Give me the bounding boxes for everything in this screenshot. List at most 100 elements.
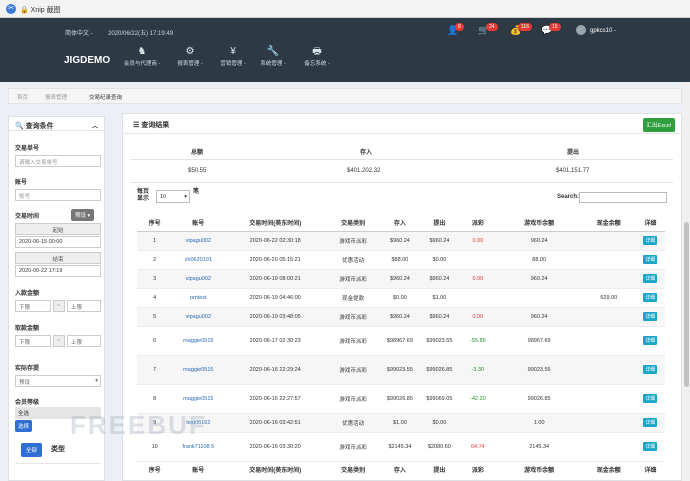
preset-dropdown[interactable]: 预设 ▾ <box>71 209 95 221</box>
cell-deposit: $2145.34 <box>380 432 420 462</box>
filter-header[interactable]: 🔍 查询条件 ︿ <box>9 117 104 131</box>
cell-detail: 详细 <box>635 250 665 270</box>
col-deposit[interactable]: 存入 <box>380 214 420 232</box>
col-withdraw[interactable]: 提出 <box>419 214 460 232</box>
cell-account-link[interactable]: vipagu002 <box>172 231 225 251</box>
cell-deposit: $99023.55 <box>380 355 420 385</box>
chevron-down-icon: ▾ <box>95 378 98 384</box>
withdraw-lower-input[interactable]: 下限 <box>15 335 51 347</box>
chevron-up-icon[interactable]: ︿ <box>92 121 98 130</box>
range-dash: ~ <box>53 335 65 347</box>
cell-account-link[interactable]: maggie0515 <box>172 384 225 414</box>
detail-button[interactable]: 详细 <box>643 312 658 321</box>
cell-detail: 详细 <box>635 413 665 433</box>
detail-button[interactable]: 详细 <box>643 255 658 264</box>
cell-account-link[interactable]: vipagu002 <box>172 307 225 327</box>
breadcrumb-home[interactable]: 首页 <box>17 93 28 101</box>
deposit-upper-input[interactable]: 上限 <box>67 300 101 312</box>
cell-account-link[interactable]: pmtest <box>172 288 225 308</box>
foot-time: 交易时间(美东时间) <box>224 460 327 477</box>
cell-deposit: $99026.85 <box>380 384 420 414</box>
account-label: 账号 <box>15 180 28 186</box>
detail-button[interactable]: 详细 <box>643 394 658 403</box>
user-icon[interactable]: 👤 8 <box>447 23 467 39</box>
chat-icon[interactable]: 💬 15 <box>541 23 561 39</box>
cell-payout: -55.86 <box>459 326 497 356</box>
col-cash-balance[interactable]: 现金余额 <box>581 214 636 232</box>
choose-level-button[interactable]: 选择 <box>15 420 33 432</box>
detail-button[interactable]: 详细 <box>643 336 658 345</box>
detail-button[interactable]: 详细 <box>643 442 658 451</box>
watermark: FREEBUF <box>70 410 207 440</box>
cell-no: 8 <box>137 384 173 414</box>
notification-badge: 24 <box>486 23 498 31</box>
cell-withdraw: $960.24 <box>419 231 460 251</box>
cell-account-link[interactable]: vipagu002 <box>172 269 225 289</box>
breadcrumb-current: 交易纪录查询 <box>89 95 123 101</box>
table-row: 2 zh0620101 2020-06-20 05:15:21 优惠活动 $88.00 $… <box>137 250 665 270</box>
cell-cash <box>581 384 636 414</box>
cell-time: 2020-06-19 03:48:05 <box>224 307 327 327</box>
type-options-row <box>15 463 101 477</box>
time-label: 交易时间 <box>15 214 40 220</box>
col-payout[interactable]: 派彩 <box>459 214 497 232</box>
cart-icon[interactable]: 🛒 24 <box>478 23 498 39</box>
cell-withdraw: $2080.60 <box>419 432 460 462</box>
language-selector[interactable]: 简体中文 - <box>65 28 93 37</box>
detail-button[interactable]: 详细 <box>643 418 658 427</box>
col-no[interactable]: 序号 <box>137 214 173 232</box>
col-type[interactable]: 交易类别 <box>326 214 381 232</box>
per-page-suffix: 笔 <box>193 189 200 195</box>
cell-time: 2020-06-22 02:30:18 <box>224 231 327 251</box>
detail-button[interactable]: 详细 <box>643 365 658 374</box>
table-row: 10 frank71108 5 2020-06-16 03:30:20 游戏币派彩 $2… <box>137 432 665 462</box>
cell-time: 2020-06-19 08:00:21 <box>224 269 327 289</box>
page-scrollbar[interactable] <box>683 82 690 481</box>
deposit-amount-label: 入款金额 <box>15 291 40 297</box>
cell-no: 3 <box>137 269 173 289</box>
breadcrumb-reports[interactable]: 报表管理 <box>45 93 67 101</box>
avatar[interactable] <box>576 25 586 35</box>
account-input[interactable]: 账号 <box>15 189 101 201</box>
cell-detail: 详细 <box>635 384 665 414</box>
type-all-button[interactable]: 全部 <box>21 443 43 457</box>
detail-button[interactable]: 详细 <box>643 293 658 302</box>
col-coin-balance[interactable]: 游戏币余额 <box>496 214 582 232</box>
window-title: 🔒 Xnip 截图 <box>20 7 61 14</box>
col-time[interactable]: 交易时间(美东时间) <box>224 214 327 232</box>
scrollbar-thumb[interactable] <box>684 222 689 387</box>
cell-deposit: $960.24 <box>380 231 420 251</box>
cell-account-link[interactable]: maggie0515 <box>172 326 225 356</box>
filter-title: 查询条件 <box>25 123 54 130</box>
table-search-input[interactable] <box>579 192 667 203</box>
detail-button[interactable]: 详细 <box>643 236 658 245</box>
cell-account-link[interactable]: zh0620101 <box>172 250 225 270</box>
menu-memo[interactable]: 🖶 备忘系统 - <box>287 45 347 67</box>
start-date-input[interactable]: 2020-06-15 00:00 <box>15 236 101 248</box>
menu-label: 报表管理 - <box>177 61 203 67</box>
cell-type: 游戏币派彩 <box>326 432 381 462</box>
cell-withdraw: $1.00 <box>419 288 460 308</box>
actual-select[interactable]: 预设 ▾ <box>15 375 101 387</box>
per-page-select[interactable]: 10 ▾ <box>156 190 190 203</box>
cell-detail: 详细 <box>635 288 665 308</box>
foot-deposit: 存入 <box>380 460 420 477</box>
export-excel-button[interactable]: 汇出Excel <box>642 118 675 132</box>
money-icon[interactable]: 💰 116 <box>510 23 532 39</box>
deposit-lower-input[interactable]: 下限 <box>15 300 51 312</box>
col-account[interactable]: 账号 <box>172 214 225 232</box>
end-date-input[interactable]: 2020-06-22 17:19 <box>15 265 101 277</box>
type-label: 类型 <box>51 446 65 453</box>
trade-no-input[interactable]: 请输入交易单号 <box>15 155 101 167</box>
foot-type: 交易类别 <box>326 460 381 477</box>
cell-withdraw: $99026.85 <box>419 355 460 385</box>
cell-withdraw: $960.24 <box>419 269 460 289</box>
withdraw-upper-input[interactable]: 上限 <box>67 335 101 347</box>
cell-type: 游戏币派彩 <box>326 355 381 385</box>
search-label: Search: <box>557 194 580 200</box>
table-row: 7 maggie0515 2020-06-16 22:29:24 游戏币派彩 $9902… <box>137 355 665 385</box>
transactions-table: 序号 账号 交易时间(美东时间) 交易类别 存入 提出 派彩 游戏币余额 现金余… <box>137 214 665 477</box>
user-menu[interactable]: gpkcs10 - <box>590 28 616 34</box>
cell-account-link[interactable]: maggie0515 <box>172 355 225 385</box>
detail-button[interactable]: 详细 <box>643 274 658 283</box>
